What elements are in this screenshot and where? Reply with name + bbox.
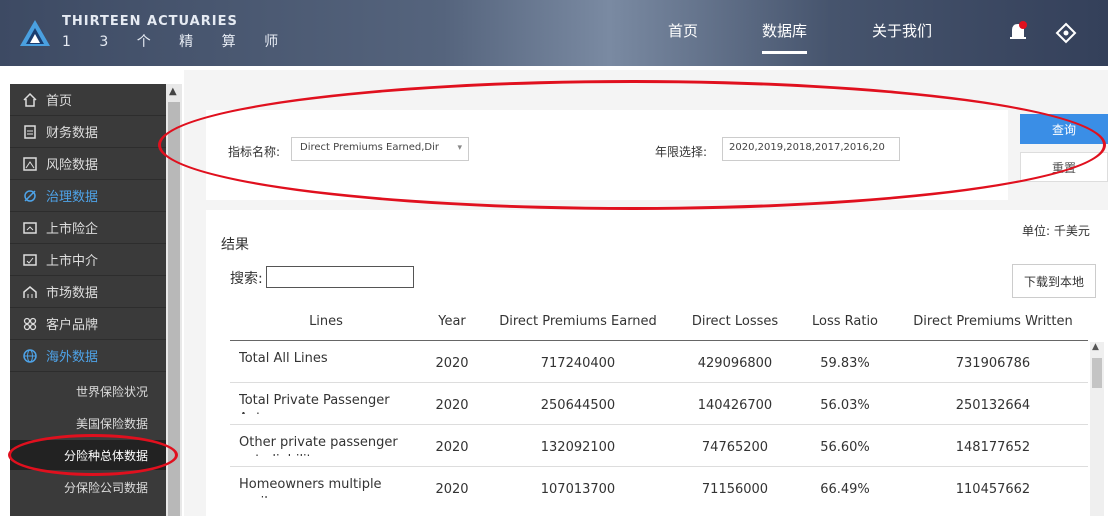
sidebar-item-overseas[interactable]: 海外数据 bbox=[10, 340, 166, 372]
table-cell-direct-premiums-earned: 132092100 bbox=[540, 440, 616, 455]
table-cell-direct-losses: 74765200 bbox=[701, 440, 769, 455]
sidebar-item-label: 市场数据 bbox=[46, 286, 99, 301]
listed-broker-icon bbox=[23, 253, 37, 266]
table-cell-year: 2020 bbox=[435, 356, 469, 371]
nav-about-us[interactable]: 关于我们 bbox=[872, 20, 932, 41]
sidebar-item-label: 治理数据 bbox=[46, 190, 99, 205]
table-cell-direct-premiums-earned: 717240400 bbox=[540, 356, 616, 371]
table-cell-direct-premiums-written: 731906786 bbox=[955, 356, 1031, 371]
table-cell-loss-ratio: 56.03% bbox=[820, 398, 870, 413]
sidebar-item-label: 海外数据 bbox=[46, 350, 99, 365]
column-header-loss-ratio[interactable]: Loss Ratio bbox=[800, 314, 890, 329]
table-cell-line: Total All Lines bbox=[239, 351, 328, 366]
unit-label: 单位: 千美元 bbox=[1022, 224, 1090, 238]
column-header-lines[interactable]: Lines bbox=[280, 314, 372, 329]
top-bar: THIRTEEN ACTUARIES 1 3 个 精 算 师 首页 数据库 关于… bbox=[0, 0, 1108, 66]
table-cell-direct-premiums-earned: 250644500 bbox=[540, 398, 616, 413]
row-divider bbox=[230, 424, 1088, 425]
market-icon bbox=[23, 285, 37, 298]
table-cell-direct-losses: 71156000 bbox=[701, 482, 769, 497]
table-cell-year: 2020 bbox=[435, 440, 469, 455]
sidebar-item-label: 上市险企 bbox=[46, 222, 99, 237]
highlight-circle-menu bbox=[8, 434, 178, 476]
sidebar-item-listed-insurer[interactable]: 上市险企 bbox=[10, 212, 166, 244]
sidebar-item-financial[interactable]: 财务数据 bbox=[10, 116, 166, 148]
sidebar-subitem-by-insurer[interactable]: 分保险公司数据 bbox=[10, 472, 166, 502]
highlight-circle-filters bbox=[158, 80, 1106, 210]
sidebar-item-listed-broker[interactable]: 上市中介 bbox=[10, 244, 166, 276]
table-cell-loss-ratio: 59.83% bbox=[820, 356, 870, 371]
column-header-direct-premiums-written[interactable]: Direct Premiums Written bbox=[902, 314, 1084, 329]
results-title: 结果 bbox=[221, 237, 249, 253]
table-scrollbar[interactable]: ▲ bbox=[1090, 342, 1104, 516]
table-header-divider bbox=[230, 340, 1088, 341]
nav-database[interactable]: 数据库 bbox=[762, 20, 808, 54]
row-divider bbox=[230, 466, 1088, 467]
sidebar-item-label: 客户品牌 bbox=[46, 318, 99, 333]
table-cell-year: 2020 bbox=[435, 482, 469, 497]
search-input[interactable] bbox=[266, 266, 414, 288]
home-icon bbox=[23, 92, 37, 107]
risk-icon bbox=[23, 156, 37, 171]
sidebar-item-brand[interactable]: 客户品牌 bbox=[10, 308, 166, 340]
scroll-up-icon[interactable]: ▲ bbox=[169, 86, 177, 97]
sidebar-item-label: 上市中介 bbox=[46, 254, 99, 269]
table-cell-line: Total Private Passenger Auto bbox=[239, 393, 390, 414]
brand-icon bbox=[23, 317, 37, 330]
table-cell-direct-premiums-earned: 107013700 bbox=[540, 482, 616, 497]
document-icon bbox=[24, 124, 36, 139]
table-cell-direct-premiums-written: 110457662 bbox=[955, 482, 1031, 497]
table-cell-direct-losses: 429096800 bbox=[697, 356, 773, 371]
search-label: 搜索: bbox=[230, 271, 263, 287]
table-cell-direct-losses: 140426700 bbox=[697, 398, 773, 413]
download-button[interactable]: 下载到本地 bbox=[1012, 264, 1096, 298]
brand-name-en: THIRTEEN ACTUARIES bbox=[62, 14, 238, 29]
governance-icon bbox=[24, 189, 36, 202]
sidebar-item-label: 首页 bbox=[46, 94, 73, 109]
table-cell-line: Homeowners multiple peril bbox=[239, 477, 382, 498]
row-divider bbox=[230, 382, 1088, 383]
nav-home[interactable]: 首页 bbox=[668, 20, 698, 41]
sidebar-subitem-world-insurance[interactable]: 世界保险状况 bbox=[10, 376, 166, 406]
table-cell-year: 2020 bbox=[435, 398, 469, 413]
sidebar-item-label: 风险数据 bbox=[46, 158, 99, 173]
column-header-direct-premiums-earned[interactable]: Direct Premiums Earned bbox=[488, 314, 668, 329]
listed-insurer-icon bbox=[23, 221, 37, 234]
column-header-direct-losses[interactable]: Direct Losses bbox=[682, 314, 788, 329]
table-cell-loss-ratio: 56.60% bbox=[820, 440, 870, 455]
sidebar-item-market[interactable]: 市场数据 bbox=[10, 276, 166, 308]
table-scroll-thumb[interactable] bbox=[1092, 358, 1102, 388]
table-cell-line: Other private passenger auto liability bbox=[239, 435, 398, 456]
help-icon[interactable] bbox=[1055, 22, 1077, 44]
table-cell-loss-ratio: 66.49% bbox=[820, 482, 870, 497]
sidebar-item-governance[interactable]: 治理数据 bbox=[10, 180, 166, 212]
brand[interactable]: THIRTEEN ACTUARIES 1 3 个 精 算 师 bbox=[18, 14, 290, 51]
table-cell-direct-premiums-written: 250132664 bbox=[955, 398, 1031, 413]
sidebar-item-risk[interactable]: 风险数据 bbox=[10, 148, 166, 180]
brand-name-cn: 1 3 个 精 算 师 bbox=[62, 34, 291, 50]
logo-icon bbox=[18, 18, 52, 48]
scroll-up-icon[interactable]: ▲ bbox=[1092, 342, 1099, 352]
column-header-year[interactable]: Year bbox=[430, 314, 474, 329]
sidebar-item-label: 财务数据 bbox=[46, 126, 99, 141]
notification-bell-icon[interactable] bbox=[1006, 20, 1030, 44]
table-cell-direct-premiums-written: 148177652 bbox=[955, 440, 1031, 455]
sidebar-item-home[interactable]: 首页 bbox=[10, 84, 166, 116]
globe-icon bbox=[23, 348, 37, 363]
